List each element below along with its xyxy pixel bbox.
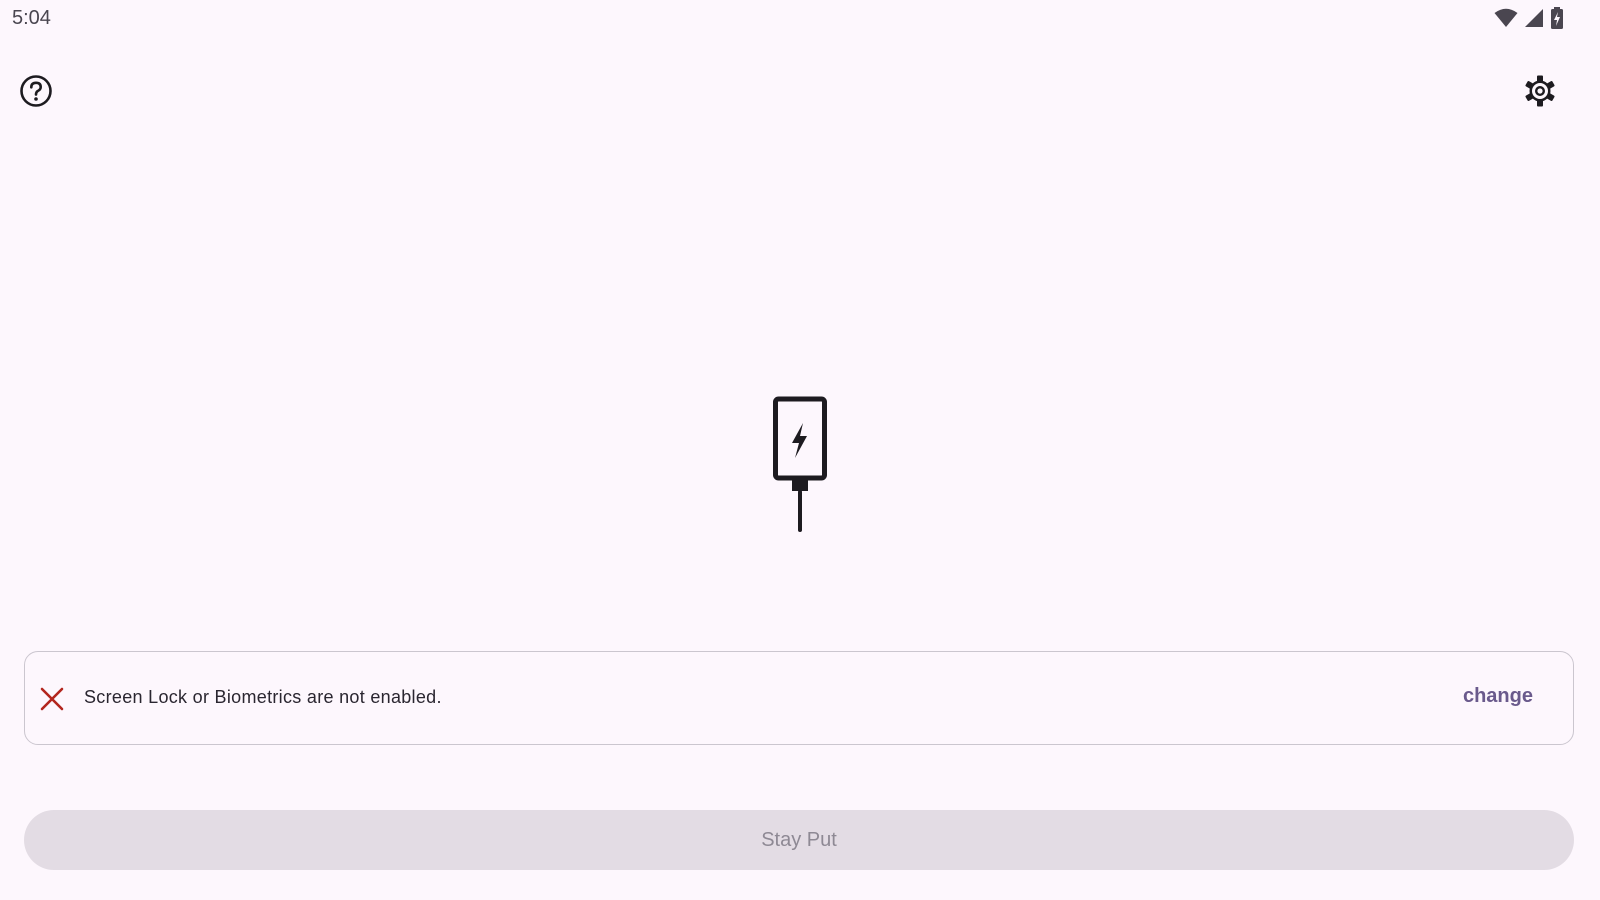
app-screen: 5:04 Screen Lock or Biometrics are not e…: [0, 0, 1600, 900]
hero-illustration: [760, 392, 840, 542]
stay-put-button[interactable]: Stay Put: [24, 810, 1574, 870]
phone-charging-icon: [760, 396, 840, 546]
screen-lock-warning-card: Screen Lock or Biometrics are not enable…: [24, 651, 1574, 745]
help-button[interactable]: [12, 69, 60, 117]
gear-icon: [1523, 74, 1557, 113]
status-bar: 5:04: [0, 0, 1600, 40]
settings-button[interactable]: [1516, 69, 1564, 117]
status-time: 5:04: [12, 7, 51, 29]
warning-message: Screen Lock or Biometrics are not enable…: [84, 687, 442, 707]
help-circle-icon: [19, 74, 53, 113]
close-x-icon: [39, 686, 65, 712]
change-link[interactable]: change: [1463, 685, 1533, 708]
wifi-icon: [1494, 8, 1518, 28]
battery-charging-icon: [1550, 7, 1564, 29]
status-icons: [1494, 7, 1564, 29]
cellular-signal-icon: [1524, 8, 1544, 28]
